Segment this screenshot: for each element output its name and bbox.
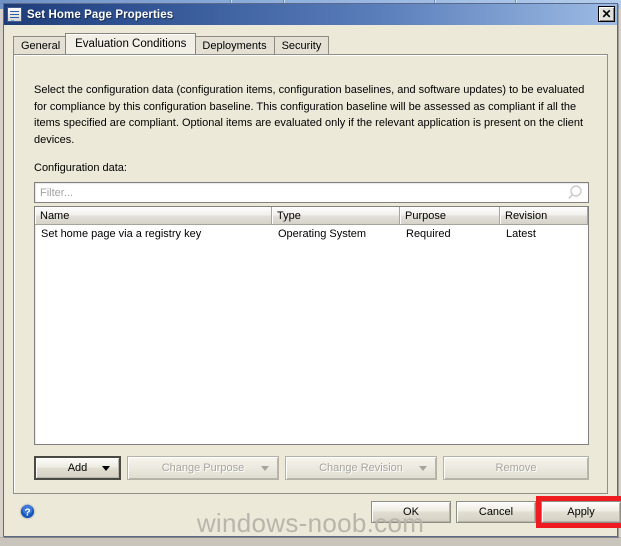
document-properties-icon xyxy=(7,7,22,22)
close-button[interactable]: ✕ xyxy=(598,6,615,22)
close-icon: ✕ xyxy=(601,7,612,21)
tab-deployments-label: Deployments xyxy=(202,39,267,52)
chevron-down-icon xyxy=(261,466,269,471)
change-revision-button[interactable]: Change Revision xyxy=(285,456,437,480)
tab-page-panel: Select the configuration data (configura… xyxy=(13,54,608,494)
change-purpose-button[interactable]: Change Purpose xyxy=(127,456,279,480)
add-button-label: Add xyxy=(67,462,88,474)
page-description: Select the configuration data (configura… xyxy=(34,84,585,146)
cell-type: Operating System xyxy=(278,228,367,240)
remove-button-label: Remove xyxy=(495,462,537,474)
add-button[interactable]: Add xyxy=(34,456,121,480)
change-revision-label: Change Revision xyxy=(319,462,403,474)
search-icon xyxy=(568,185,582,199)
dialog-footer: windows-noob.com ? OK Cancel Apply xyxy=(4,494,621,538)
tab-general-label: General xyxy=(21,39,61,52)
column-header-name[interactable]: Name xyxy=(35,207,272,224)
list-action-buttons: Add Change Purpose Change Revision Remov… xyxy=(34,456,589,480)
chevron-down-icon xyxy=(102,466,110,471)
list-header-row: Name Type Purpose Revision xyxy=(35,207,588,225)
remove-button[interactable]: Remove xyxy=(443,456,589,480)
title-bar[interactable]: Set Home Page Properties ✕ xyxy=(4,4,617,25)
table-row[interactable]: Set home page via a registry key Operati… xyxy=(35,225,588,243)
column-header-type[interactable]: Type xyxy=(272,207,400,224)
filter-input[interactable] xyxy=(35,184,566,201)
dialog-body: Select the configuration data (configura… xyxy=(4,25,621,538)
configuration-data-label: Configuration data: xyxy=(34,162,127,174)
window-title: Set Home Page Properties xyxy=(27,8,174,21)
change-purpose-label: Change Purpose xyxy=(161,462,245,474)
watermark: windows-noob.com xyxy=(196,508,425,538)
tab-security[interactable]: Security xyxy=(273,36,330,54)
filter-box[interactable] xyxy=(34,182,589,203)
cell-name: Set home page via a registry key xyxy=(41,228,202,240)
properties-dialog: Set Home Page Properties ✕ Select the co… xyxy=(3,3,621,538)
cell-purpose: Required xyxy=(406,228,451,240)
tab-deployments[interactable]: Deployments xyxy=(194,36,275,54)
column-header-purpose[interactable]: Purpose xyxy=(400,207,500,224)
tab-security-label: Security xyxy=(281,39,322,52)
chevron-down-icon xyxy=(419,466,427,471)
tab-strip: General Evaluation Conditions Deployment… xyxy=(13,33,608,54)
tab-evaluation-conditions-label: Evaluation Conditions xyxy=(75,38,187,50)
tab-evaluation-conditions[interactable]: Evaluation Conditions xyxy=(65,33,197,54)
configuration-data-list[interactable]: Name Type Purpose Revision Set home page… xyxy=(34,206,589,445)
tab-general[interactable]: General xyxy=(13,36,69,54)
column-header-revision[interactable]: Revision xyxy=(500,207,588,224)
cell-revision: Latest xyxy=(506,228,536,240)
